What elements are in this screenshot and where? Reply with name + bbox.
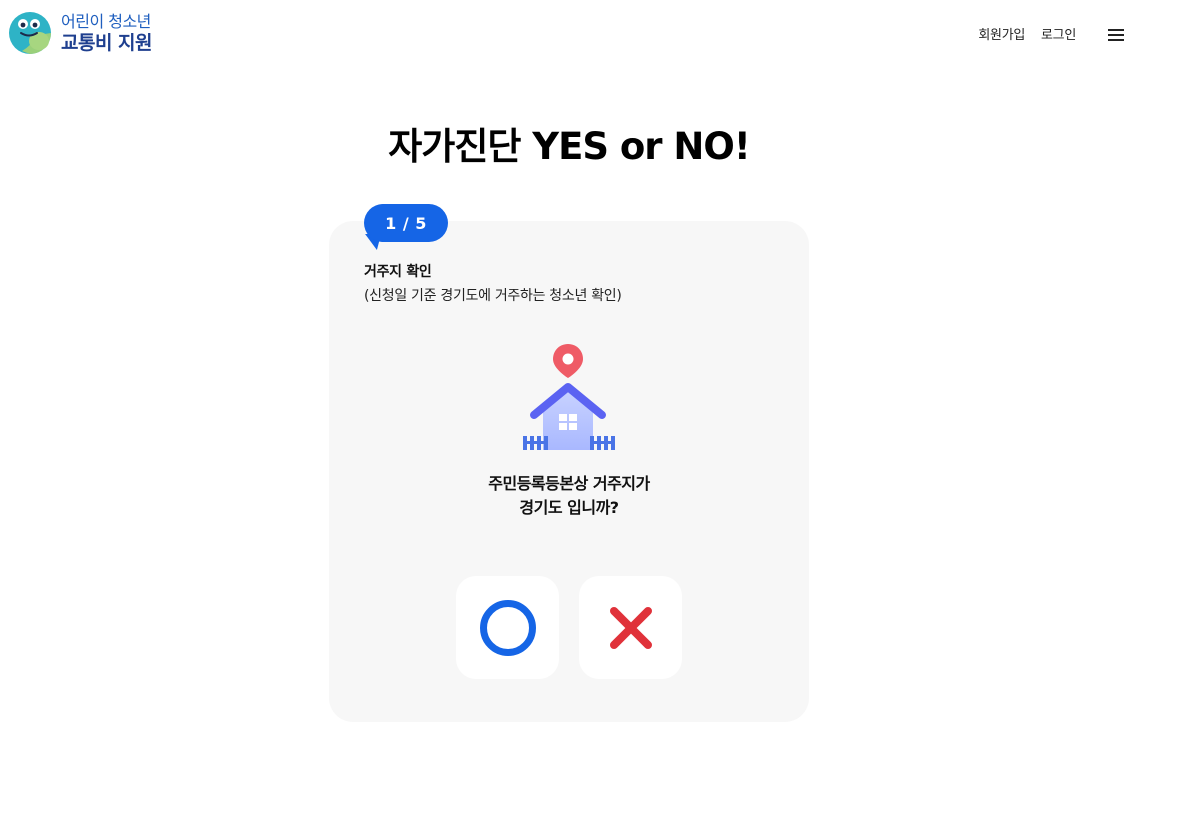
login-link[interactable]: 로그인 bbox=[1041, 24, 1076, 43]
logo-frog-icon bbox=[9, 12, 51, 54]
circle-o-icon bbox=[479, 599, 536, 656]
logo-text: 어린이 청소년 교통비 지원 bbox=[61, 11, 153, 54]
no-answer-button[interactable] bbox=[579, 576, 682, 679]
step-indicator-badge: 1 / 5 bbox=[364, 204, 448, 242]
question-subheading: (신청일 기준 경기도에 거주하는 청소년 확인) bbox=[364, 288, 622, 304]
hamburger-menu-icon[interactable] bbox=[1108, 27, 1124, 41]
question-line1: 주민등록등본상 거주지가 bbox=[488, 474, 650, 493]
question-line2: 경기도 입니까? bbox=[519, 498, 619, 517]
logo-title-line2: 교통비 지원 bbox=[61, 31, 153, 54]
cross-x-icon bbox=[609, 606, 652, 649]
site-logo[interactable]: 어린이 청소년 교통비 지원 bbox=[8, 11, 153, 55]
signup-link[interactable]: 회원가입 bbox=[978, 24, 1025, 43]
header-nav: 회원가입 로그인 bbox=[962, 24, 1124, 43]
question-heading: 거주지 확인 bbox=[364, 264, 432, 280]
page-title: 자가진단 YES or NO! bbox=[388, 125, 750, 168]
question-text: 주민등록등본상 거주지가 경기도 입니까? bbox=[329, 472, 809, 520]
yes-answer-button[interactable] bbox=[456, 576, 559, 679]
house-location-pin-icon bbox=[523, 344, 615, 450]
site-header: 어린이 청소년 교통비 지원 회원가입 로그인 bbox=[0, 0, 1180, 70]
logo-title-line1: 어린이 청소년 bbox=[61, 11, 151, 31]
